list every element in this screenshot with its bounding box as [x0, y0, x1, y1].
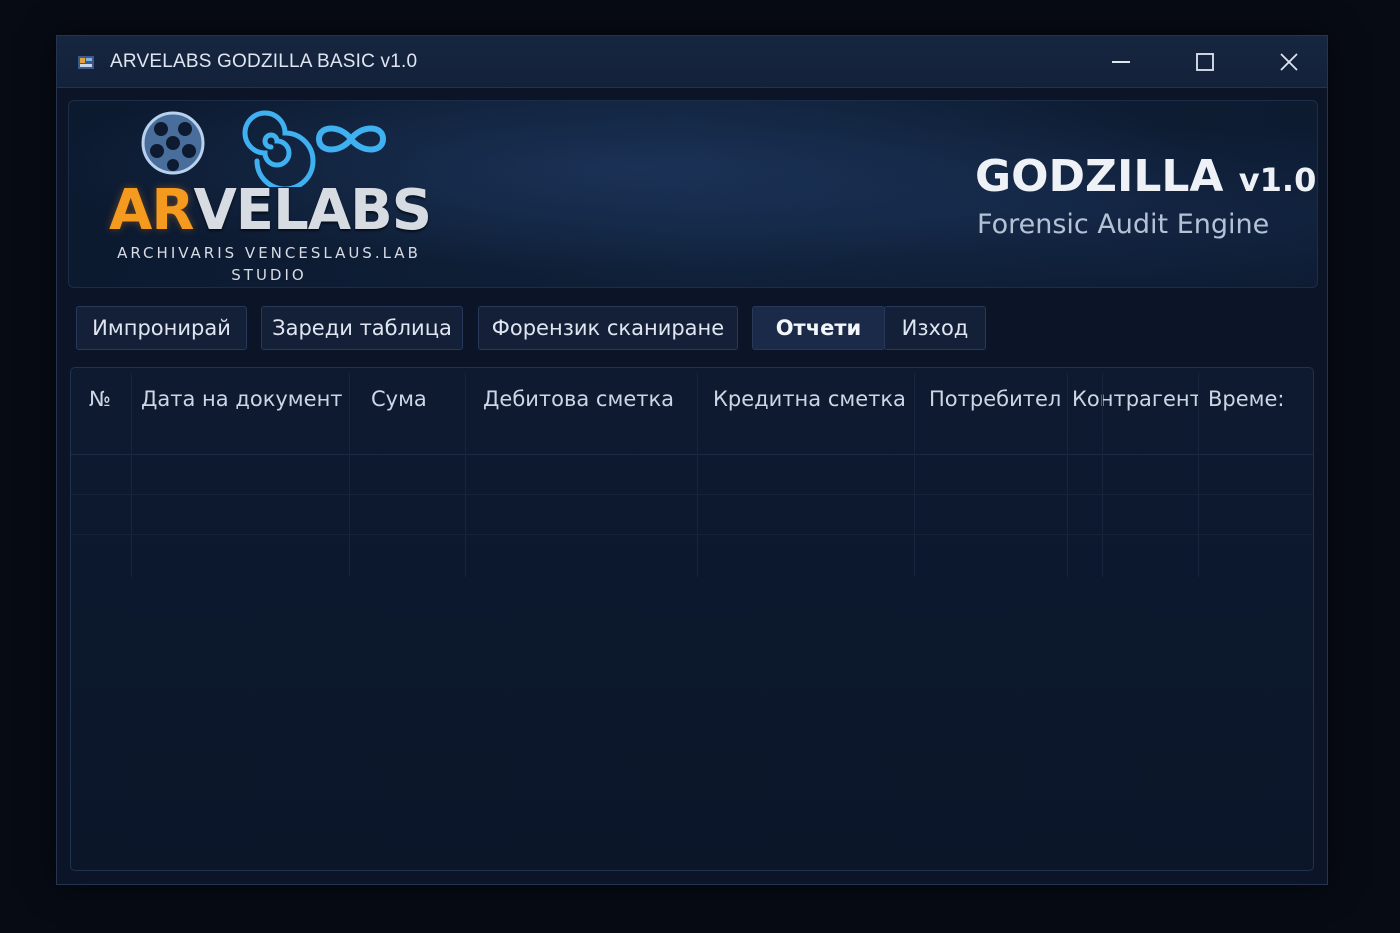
brand-text-part2: VELABS [193, 178, 432, 243]
column-header-user[interactable]: Потребител [929, 368, 1067, 454]
column-header-amount[interactable]: Сума [371, 368, 471, 454]
row-divider [71, 534, 1313, 535]
column-divider[interactable] [697, 373, 698, 577]
product-name: GODZILLA [975, 151, 1224, 202]
spiral-icon [242, 110, 316, 187]
column-divider[interactable] [349, 373, 350, 577]
brand-text-part1: AR [109, 178, 194, 243]
brand-subtitle-line2: STUDIO [231, 266, 307, 284]
infinity-icon [315, 125, 387, 153]
forensic-scan-button[interactable]: Форензик сканиране [478, 306, 738, 350]
grid-header: № Дата на документ Сума Дебитова сметка … [71, 368, 1313, 455]
title-bar[interactable]: ARVELABS GODZILLA BASIC v1.0 [57, 36, 1327, 88]
brand-subtitle: ARCHIVARIS VENCESLAUS.LAB STUDIO [99, 242, 439, 286]
product-version: v1.0 [1238, 161, 1317, 199]
app-window: ARVELABS GODZILLA BASIC v1.0 ARVELABS AR… [56, 35, 1328, 885]
column-divider[interactable] [1198, 373, 1199, 577]
column-header-counterparty[interactable]: Контрагент [1072, 368, 1199, 454]
close-icon [1280, 53, 1298, 71]
minimize-button[interactable] [1079, 36, 1163, 88]
column-header-number[interactable]: № [89, 368, 131, 454]
maximize-icon [1196, 53, 1214, 71]
close-button[interactable] [1247, 36, 1331, 88]
column-divider[interactable] [914, 373, 915, 577]
product-tagline: Forensic Audit Engine [977, 209, 1270, 240]
column-divider[interactable] [131, 373, 132, 577]
column-divider[interactable] [1067, 373, 1068, 577]
column-header-document-date[interactable]: Дата на документ [141, 368, 349, 454]
import-button[interactable]: Импронирай [76, 306, 247, 350]
brand-logo-text: ARVELABS [109, 178, 432, 243]
logo-graphic [141, 110, 387, 187]
minimize-icon [1112, 61, 1130, 63]
column-divider[interactable] [465, 373, 466, 577]
column-divider[interactable] [1102, 373, 1103, 577]
brand-subtitle-line1: ARCHIVARIS VENCESLAUS.LAB [117, 244, 421, 262]
load-table-button[interactable]: Зареди таблица [261, 306, 463, 350]
product-title: GODZILLA v1.0 [975, 151, 1316, 206]
film-reel-icon [141, 111, 205, 175]
exit-button[interactable]: Изход [884, 306, 986, 350]
row-divider [71, 494, 1313, 495]
window-title: ARVELABS GODZILLA BASIC v1.0 [110, 51, 418, 72]
column-header-time[interactable]: Време: [1208, 368, 1285, 454]
data-grid[interactable]: № Дата на документ Сума Дебитова сметка … [70, 367, 1314, 871]
app-icon [78, 56, 94, 69]
column-header-debit-account[interactable]: Дебитова сметка [483, 368, 701, 454]
reports-button[interactable]: Отчети [752, 306, 885, 350]
column-header-credit-account[interactable]: Кредитна сметка [713, 368, 919, 454]
maximize-button[interactable] [1163, 36, 1247, 88]
header-banner: ARVELABS ARCHIVARIS VENCESLAUS.LAB STUDI… [68, 100, 1318, 288]
